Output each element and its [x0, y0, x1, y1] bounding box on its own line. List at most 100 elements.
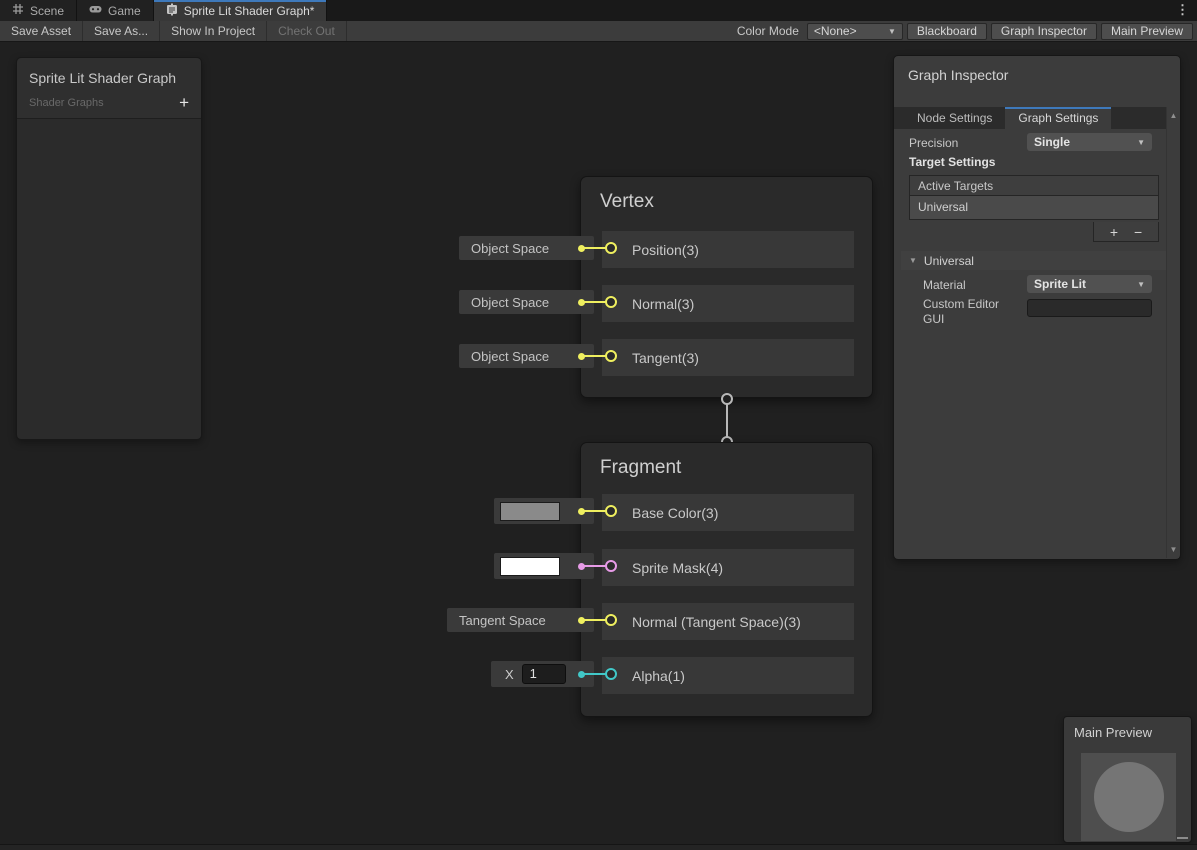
alpha-x-label: X [505, 667, 514, 682]
active-targets-toolbar: + − [1093, 222, 1159, 242]
vertex-bottom-port[interactable] [721, 393, 733, 405]
tangent-space-value: Object Space [459, 349, 549, 364]
normal-tangent-port[interactable] [605, 614, 617, 626]
normal-space-fragment-value: Tangent Space [447, 613, 546, 628]
blackboard-panel[interactable]: Sprite Lit Shader Graph Shader Graphs + [16, 57, 202, 440]
chevron-down-icon: ▼ [888, 27, 896, 36]
graph-inspector-panel[interactable]: Graph Inspector Node Settings Graph Sett… [893, 55, 1181, 560]
position-space-dropdown[interactable]: Object Space [459, 236, 594, 260]
tangent-port[interactable] [605, 350, 617, 362]
color-mode-value: <None> [814, 24, 857, 38]
inspector-tab-strip: Node Settings Graph Settings [894, 107, 1167, 129]
sprite-mask-port[interactable] [605, 560, 617, 572]
normal-port[interactable] [605, 296, 617, 308]
shader-graph-toolbar: Save Asset Save As... Show In Project Ch… [0, 21, 1197, 42]
save-as-button[interactable]: Save As... [83, 21, 160, 41]
tab-node-settings[interactable]: Node Settings [904, 107, 1005, 129]
scroll-up-icon[interactable]: ▲ [1167, 111, 1180, 120]
blackboard-toggle-button[interactable]: Blackboard [907, 23, 987, 40]
alpha-value-field[interactable]: X 1 [491, 661, 594, 687]
color-mode-dropdown[interactable]: <None> ▼ [807, 23, 903, 40]
preview-render-area [1081, 753, 1176, 841]
universal-foldout-label: Universal [924, 254, 974, 268]
chevron-down-icon: ▼ [1137, 138, 1145, 147]
custom-editor-gui-input[interactable] [1027, 299, 1152, 317]
material-value: Sprite Lit [1034, 277, 1086, 291]
inspector-scrollbar[interactable]: ▲ ▼ [1166, 107, 1179, 558]
blackboard-subtitle: Shader Graphs [29, 97, 104, 109]
fragment-node[interactable]: Fragment Base Color(3) Sprite Mask(4) No… [580, 442, 873, 717]
gamepad-icon [89, 3, 102, 18]
add-target-button[interactable]: + [1110, 224, 1118, 240]
base-color-swatch[interactable] [500, 502, 560, 521]
position-space-value: Object Space [459, 241, 549, 256]
main-preview-title: Main Preview [1074, 725, 1152, 740]
sprite-mask-swatch[interactable] [500, 557, 560, 576]
alpha-slot[interactable]: Alpha(1) [602, 657, 854, 694]
normal-space-dropdown[interactable]: Object Space [459, 290, 594, 314]
normal-tangent-space-slot[interactable]: Normal (Tangent Space)(3) [602, 603, 854, 640]
base-color-slot[interactable]: Base Color(3) [602, 494, 854, 531]
custom-editor-gui-label: Custom Editor GUI [923, 297, 1023, 327]
tangent-slot-label: Tangent(3) [632, 350, 699, 366]
tab-scene[interactable]: Scene [0, 0, 77, 21]
normal-space-fragment-dropdown[interactable]: Tangent Space [447, 608, 594, 632]
tangent-slot[interactable]: Tangent(3) [602, 339, 854, 376]
add-property-button[interactable]: + [179, 96, 189, 110]
alpha-input[interactable]: 1 [522, 664, 566, 684]
active-target-universal[interactable]: Universal [909, 196, 1159, 220]
vertex-node-title: Vertex [600, 191, 654, 213]
position-slot[interactable]: Position(3) [602, 231, 854, 268]
foldout-arrow-icon: ▼ [909, 256, 917, 265]
scroll-down-icon[interactable]: ▼ [1167, 545, 1180, 554]
base-color-port[interactable] [605, 505, 617, 517]
kebab-menu-icon[interactable]: ⋮ [1168, 0, 1197, 21]
editor-tab-bar: Scene Game Sprite Lit Shader Graph* ⋮ [0, 0, 1197, 21]
tab-scene-label: Scene [30, 4, 64, 18]
tab-game[interactable]: Game [77, 0, 154, 21]
window-bottom-edge [0, 844, 1197, 850]
base-color-slot-label: Base Color(3) [632, 505, 718, 521]
save-asset-button[interactable]: Save Asset [0, 21, 83, 41]
chevron-down-icon: ▼ [1137, 280, 1145, 289]
resize-handle[interactable] [1177, 837, 1188, 839]
sprite-mask-slot[interactable]: Sprite Mask(4) [602, 549, 854, 586]
fragment-node-title: Fragment [600, 457, 681, 479]
graph-inspector-title: Graph Inspector [908, 67, 1008, 83]
graph-inspector-toggle-button[interactable]: Graph Inspector [991, 23, 1097, 40]
tab-graph-settings[interactable]: Graph Settings [1005, 107, 1111, 129]
tab-shader-graph-label: Sprite Lit Shader Graph* [184, 4, 315, 18]
material-label: Material [923, 278, 966, 292]
position-slot-label: Position(3) [632, 242, 699, 258]
color-mode-label: Color Mode [737, 24, 803, 38]
tangent-space-dropdown[interactable]: Object Space [459, 344, 594, 368]
main-preview-panel[interactable]: Main Preview [1063, 716, 1192, 843]
sprite-mask-slot-label: Sprite Mask(4) [632, 560, 723, 576]
normal-space-value: Object Space [459, 295, 549, 310]
tab-game-label: Game [108, 4, 141, 18]
show-in-project-button[interactable]: Show In Project [160, 21, 267, 41]
remove-target-button[interactable]: − [1134, 224, 1142, 240]
alpha-slot-label: Alpha(1) [632, 668, 685, 684]
vertex-fragment-connector [726, 404, 728, 438]
base-color-swatch-field[interactable] [494, 498, 594, 524]
material-dropdown[interactable]: Sprite Lit ▼ [1027, 275, 1152, 293]
main-preview-toggle-button[interactable]: Main Preview [1101, 23, 1193, 40]
active-targets-header: Active Targets [909, 175, 1159, 196]
universal-foldout[interactable]: ▼ Universal [901, 251, 1168, 270]
position-port[interactable] [605, 242, 617, 254]
tab-shader-graph[interactable]: Sprite Lit Shader Graph* [154, 0, 328, 21]
precision-value: Single [1034, 135, 1070, 149]
precision-dropdown[interactable]: Single ▼ [1027, 133, 1152, 151]
sprite-mask-swatch-field[interactable] [494, 553, 594, 579]
shader-graph-asset-icon [166, 3, 178, 19]
blackboard-title: Sprite Lit Shader Graph [29, 70, 189, 86]
alpha-port[interactable] [605, 668, 617, 680]
check-out-button: Check Out [267, 21, 347, 41]
vertex-node[interactable]: Vertex Position(3) Normal(3) Tangent(3) [580, 176, 873, 398]
normal-slot[interactable]: Normal(3) [602, 285, 854, 322]
toolbar-right-group: Color Mode <None> ▼ Blackboard Graph Ins… [737, 21, 1197, 41]
scene-grid-icon [12, 3, 24, 18]
preview-sphere [1094, 762, 1164, 832]
precision-label: Precision [909, 136, 958, 150]
